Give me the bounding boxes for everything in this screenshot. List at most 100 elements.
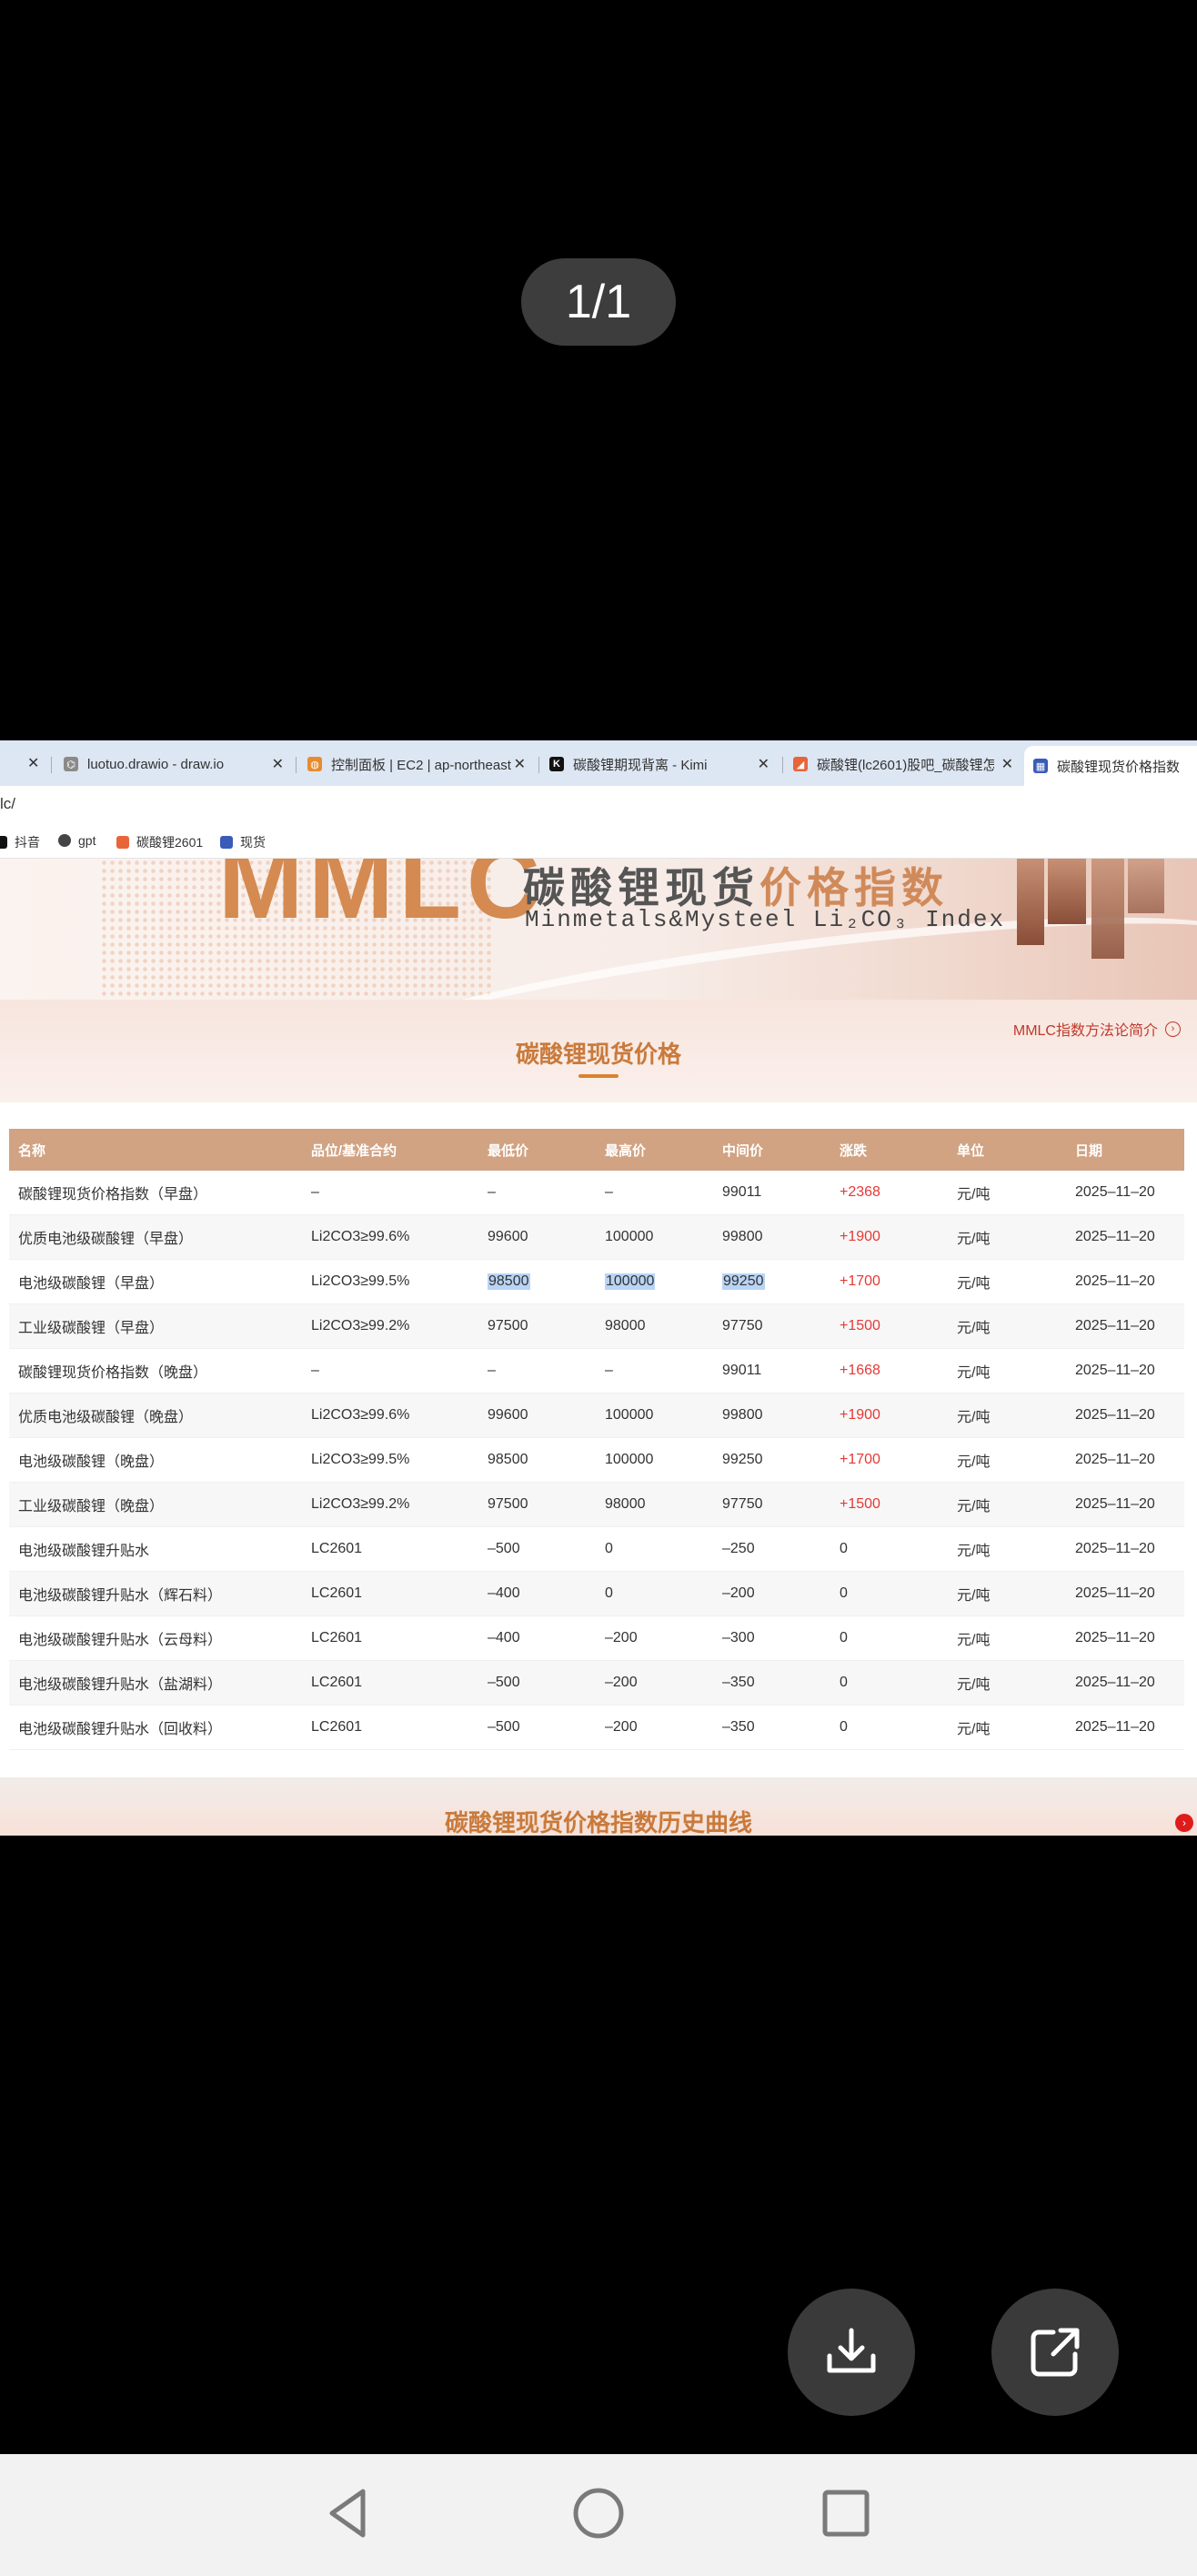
cell-grade-text: Li2CO3≥99.6% [311, 1407, 410, 1423]
cell-change: 0 [840, 1616, 848, 1660]
cell-date-text: 2025–11–20 [1075, 1675, 1155, 1690]
browser-screenshot: ✕ ⌬ luotuo.drawio - draw.io ✕ ◍ 控制面板 | E… [0, 740, 1197, 1836]
cell-high: 98000 [605, 1483, 646, 1526]
cell-mid-text: –300 [722, 1630, 755, 1645]
recents-button[interactable] [814, 2481, 878, 2545]
table-row: 电池级碳酸锂升贴水（辉石料） LC2601 –400 0 –200 0 元/吨 2025–11… [9, 1572, 1184, 1616]
cell-low: –400 [488, 1616, 520, 1660]
tab-mysteel-active[interactable]: ▦ 碳酸锂现货价格指数 [1024, 746, 1197, 786]
cell-change: 0 [840, 1527, 848, 1571]
cell-mid-text: 99250 [722, 1452, 763, 1467]
cell-mid-text: –250 [722, 1541, 755, 1556]
cell-grade-text: Li2CO3≥99.6% [311, 1229, 410, 1244]
cell-grade-text: LC2601 [311, 1541, 363, 1556]
bookmark-lc2601[interactable]: 碳酸锂2601 [116, 833, 203, 851]
bookmark-spot[interactable]: 现货 [220, 833, 266, 851]
cell-unit-text: 元/吨 [957, 1321, 991, 1336]
tab-title: 碳酸锂(lc2601)股吧_碳酸锂怎 [817, 757, 994, 773]
bookmark-gpt[interactable]: gpt [58, 833, 96, 848]
cell-name-text: 电池级碳酸锂升贴水（云母料） [18, 1633, 223, 1648]
close-icon[interactable]: ✕ [758, 755, 770, 773]
cell-grade: – [311, 1349, 319, 1393]
cell-grade: – [311, 1171, 319, 1214]
cell-grade: Li2CO3≥99.5% [311, 1438, 409, 1482]
cell-date: 2025–11–20 [1075, 1304, 1155, 1348]
scroll-right-icon[interactable]: › [1175, 1814, 1193, 1832]
cell-date: 2025–11–20 [1075, 1572, 1155, 1615]
cell-date: 2025–11–20 [1075, 1483, 1155, 1526]
tab-guba[interactable]: ◢ 碳酸锂(lc2601)股吧_碳酸锂怎 ✕ [793, 748, 1013, 780]
cell-unit-text: 元/吨 [957, 1677, 991, 1693]
tab-separator [538, 757, 539, 773]
tab-bar: ✕ ⌬ luotuo.drawio - draw.io ✕ ◍ 控制面板 | E… [0, 740, 1197, 786]
cell-grade-text: Li2CO3≥99.2% [311, 1496, 410, 1512]
cell-low: –500 [488, 1661, 520, 1705]
cell-unit-text: 元/吨 [957, 1187, 991, 1202]
cell-change-text: 0 [840, 1630, 848, 1645]
bookmark-douyin[interactable]: 抖音 [0, 833, 40, 851]
eastmoney-icon [116, 836, 129, 849]
cell-high-text: 98000 [605, 1496, 646, 1512]
tab-title: luotuo.drawio - draw.io [87, 756, 225, 772]
cell-date-text: 2025–11–20 [1075, 1407, 1155, 1423]
cell-unit: 元/吨 [957, 1394, 990, 1437]
cell-unit-text: 元/吨 [957, 1544, 991, 1559]
aws-icon: ◍ [307, 757, 322, 771]
cell-change: +1900 [840, 1394, 880, 1437]
download-icon [827, 2328, 876, 2373]
tab-title: 控制面板 | EC2 | ap-northeast [331, 757, 511, 773]
drawio-icon: ⌬ [64, 757, 78, 771]
cell-date-text: 2025–11–20 [1075, 1630, 1155, 1645]
download-button[interactable] [788, 2289, 915, 2416]
cell-change-text: +2368 [840, 1184, 880, 1200]
close-icon[interactable]: ✕ [272, 755, 284, 773]
share-button[interactable] [991, 2289, 1119, 2416]
tab-drawio[interactable]: ⌬ luotuo.drawio - draw.io ✕ [64, 748, 284, 780]
cell-low: 97500 [488, 1304, 528, 1348]
cell-date-text: 2025–11–20 [1075, 1452, 1155, 1467]
cell-name-text: 电池级碳酸锂升贴水 [18, 1544, 150, 1559]
back-button[interactable] [317, 2481, 380, 2545]
cell-change: +1700 [840, 1260, 880, 1303]
cell-change-text: +1700 [840, 1273, 880, 1289]
cell-date: 2025–11–20 [1075, 1527, 1155, 1571]
cell-change-text: +1500 [840, 1496, 880, 1512]
cell-low: – [488, 1349, 496, 1393]
cell-mid-text: 99800 [722, 1407, 763, 1423]
cell-high-text: 0 [605, 1585, 613, 1601]
table-body: 碳酸锂现货价格指数（早盘） – – –99011 +2368 元/吨 2025–11–20 优… [9, 1171, 1184, 1750]
cell-grade: LC2601 [311, 1616, 362, 1660]
mmlc-logo: MMLC [218, 859, 546, 940]
tab-kimi[interactable]: K 碳酸锂期现背离 - Kimi ✕ [549, 748, 770, 780]
cell-mid: –300 [722, 1616, 755, 1660]
cell-high: 100000 [605, 1394, 653, 1437]
url-text[interactable]: lc/ [0, 795, 15, 813]
header-date: 日期 [1075, 1142, 1103, 1159]
cell-high: –200 [605, 1706, 638, 1749]
building-graphic [1017, 859, 1044, 945]
cell-date-text: 2025–11–20 [1075, 1719, 1155, 1735]
close-icon[interactable]: ✕ [514, 755, 526, 773]
cell-mid-text: 99011 [722, 1363, 762, 1378]
close-icon[interactable]: ✕ [1001, 755, 1013, 773]
address-bar[interactable]: lc/ [0, 786, 1197, 824]
cell-high-text: 100000 [605, 1229, 654, 1244]
cell-name-text: 电池级碳酸锂升贴水（盐湖料） [18, 1677, 223, 1693]
cell-name: 碳酸锂现货价格指数（晚盘） [18, 1349, 207, 1393]
cell-low: 99600 [488, 1394, 528, 1437]
cell-change-text: +1700 [840, 1452, 880, 1467]
close-icon[interactable]: ✕ [27, 754, 39, 772]
tab-aws[interactable]: ◍ 控制面板 | EC2 | ap-northeast ✕ [307, 748, 526, 780]
mysteel-icon: ▦ [1033, 759, 1048, 773]
cell-low-text: –500 [488, 1719, 520, 1735]
cell-grade: Li2CO3≥99.2% [311, 1483, 409, 1526]
cell-change-text: +1668 [840, 1363, 880, 1378]
cell-name-text: 碳酸锂现货价格指数（晚盘） [18, 1365, 208, 1381]
cell-mid: 99250 [722, 1260, 765, 1303]
table-row: 电池级碳酸锂（晚盘） Li2CO3≥99.5% 98500 100000 99250 +1… [9, 1438, 1184, 1483]
cell-grade-text: LC2601 [311, 1719, 363, 1735]
cell-unit: 元/吨 [957, 1304, 990, 1348]
home-button[interactable] [567, 2481, 630, 2545]
cell-date: 2025–11–20 [1075, 1438, 1155, 1482]
cell-unit-text: 元/吨 [957, 1454, 991, 1470]
